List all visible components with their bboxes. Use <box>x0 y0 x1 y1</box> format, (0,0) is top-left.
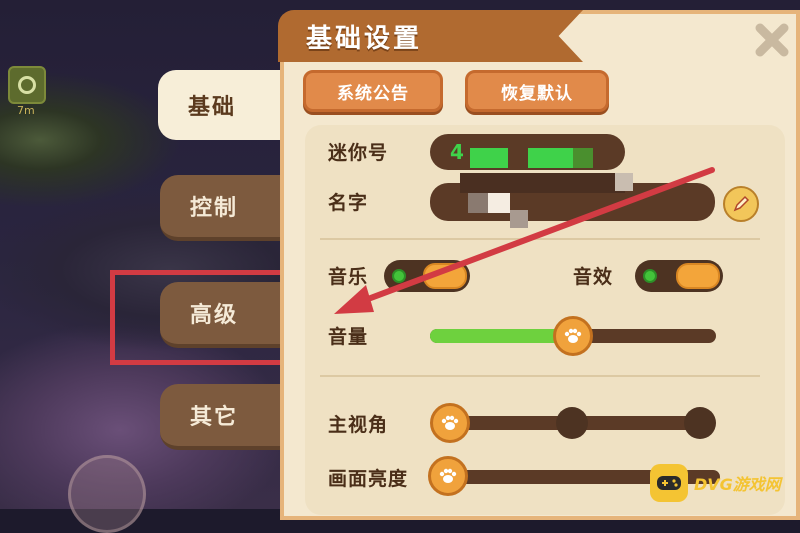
annotation-arrow <box>334 167 715 314</box>
gamepad-icon <box>650 464 688 502</box>
watermark-text: DVG游戏网 <box>694 475 781 494</box>
watermark: DVG游戏网 <box>650 462 800 504</box>
